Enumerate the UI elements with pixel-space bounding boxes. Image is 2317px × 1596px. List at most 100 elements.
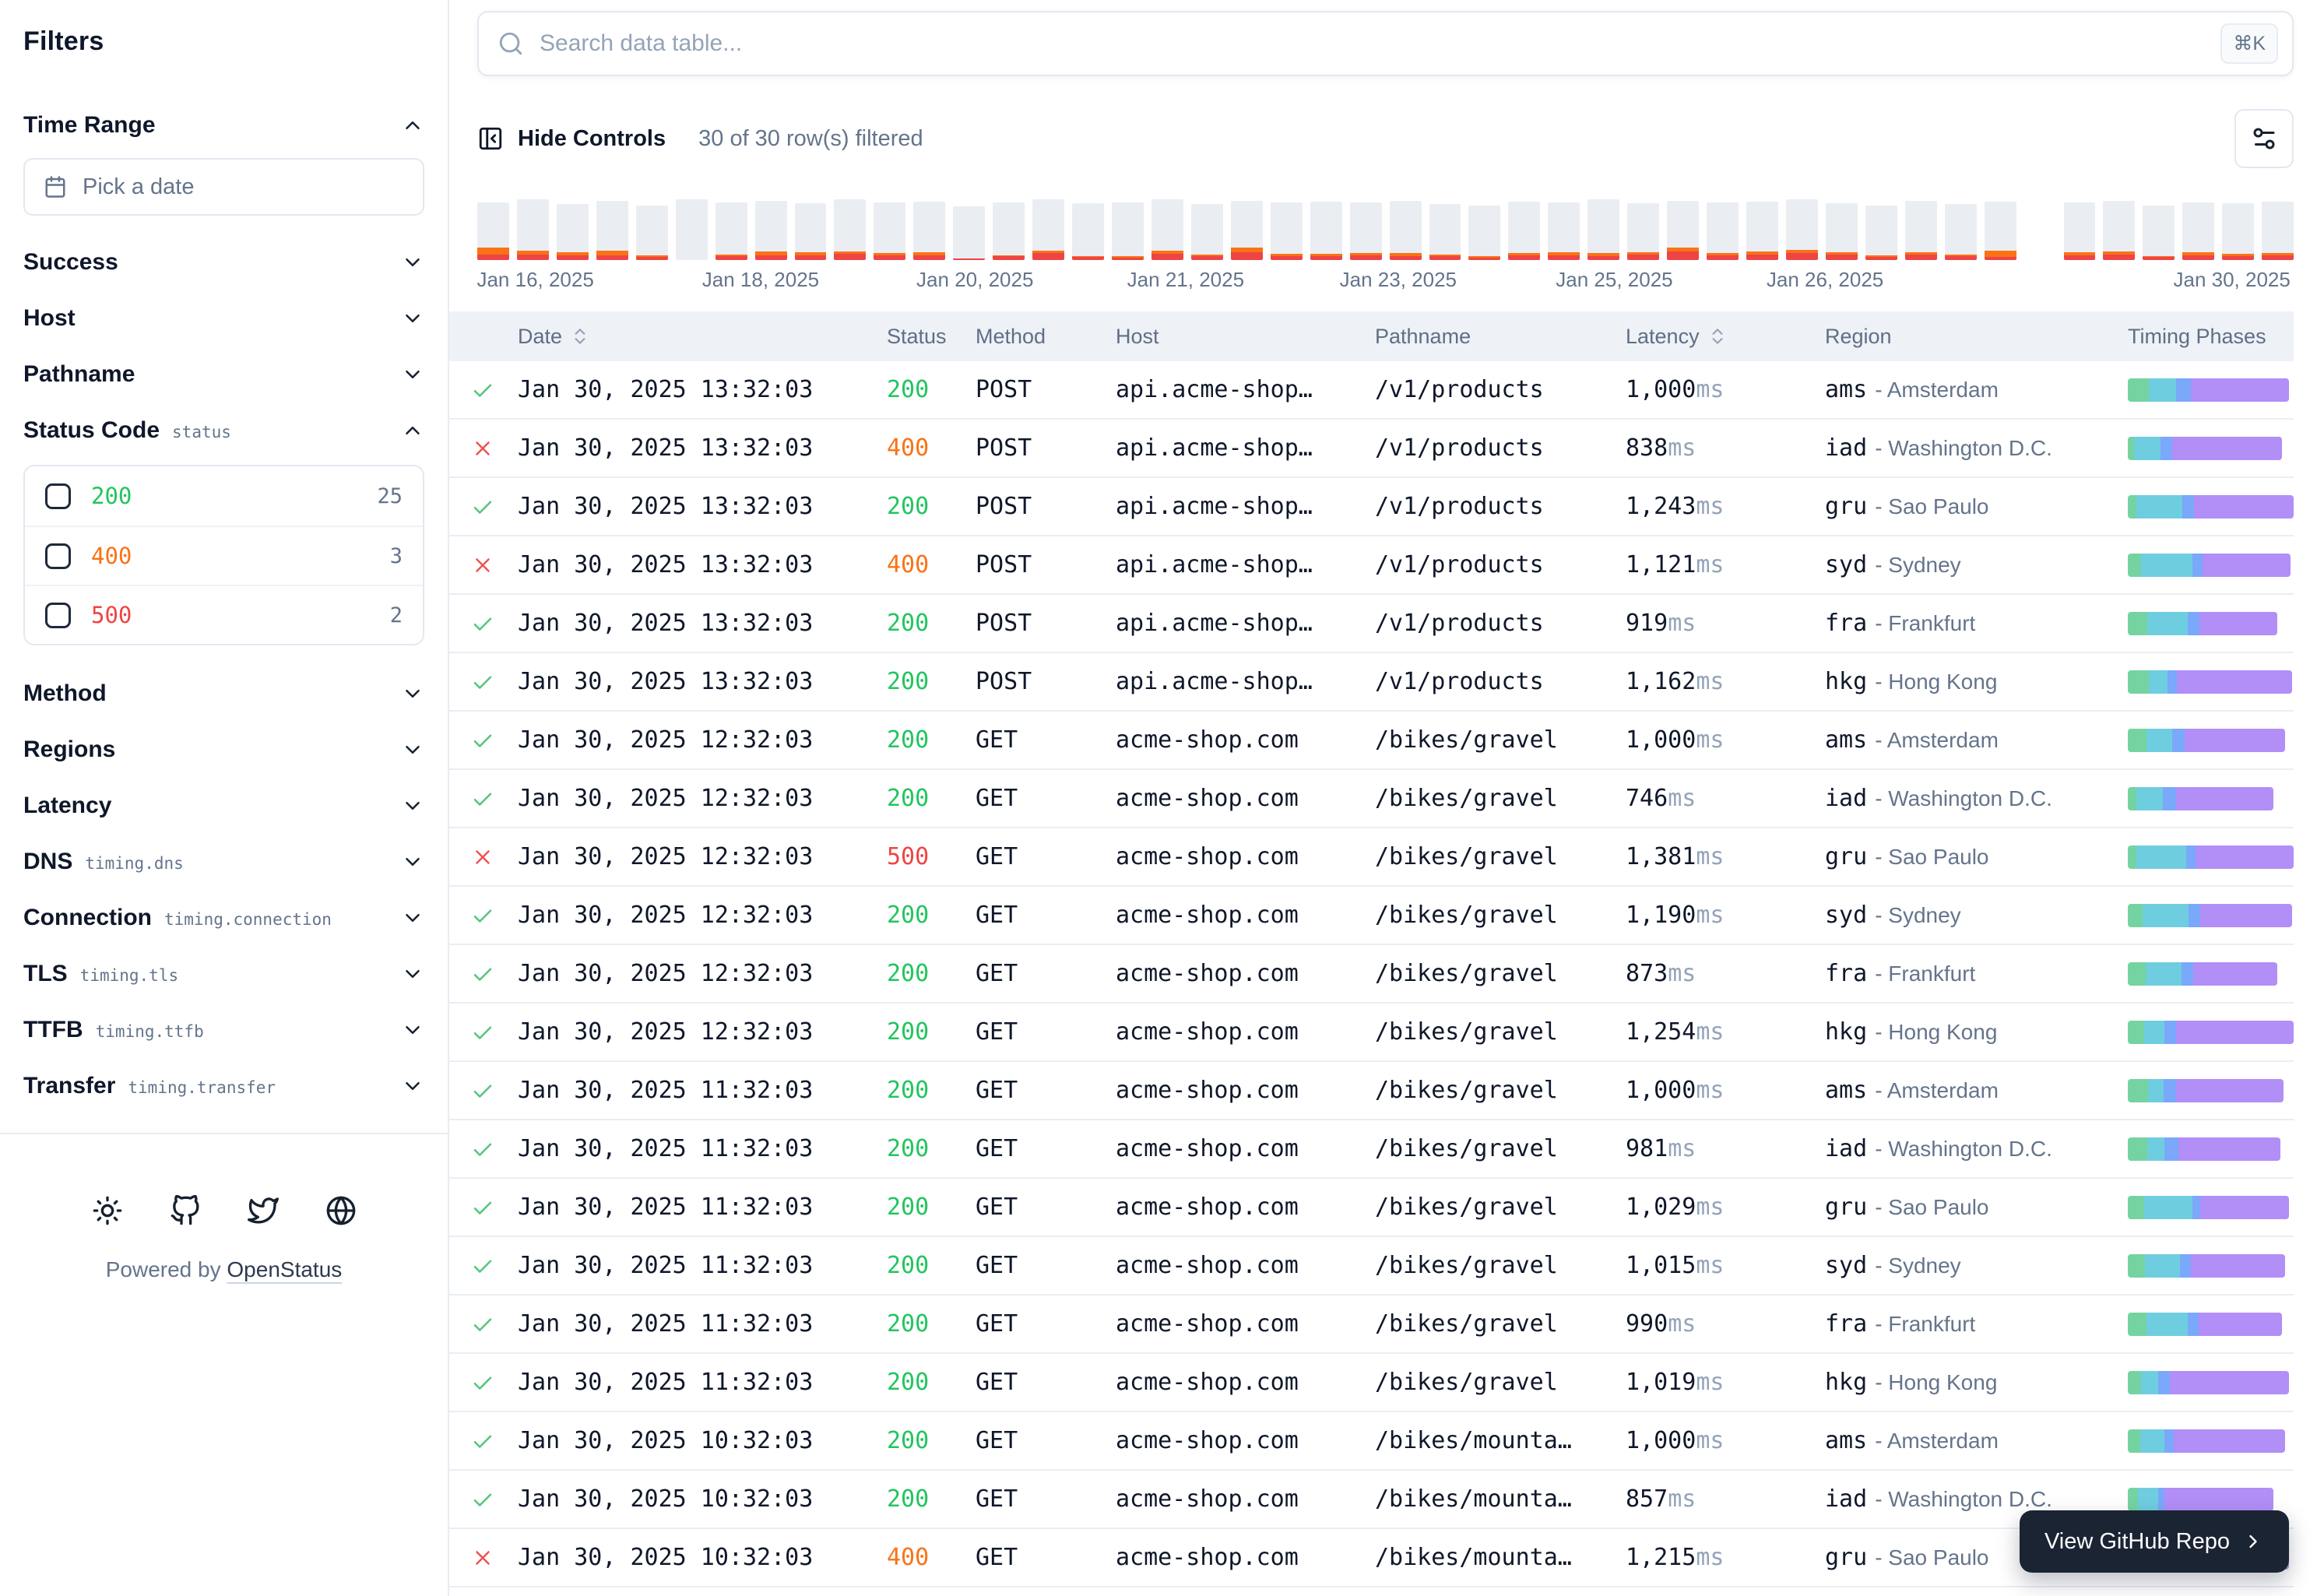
sidebar-section-time-range[interactable]: Time Range: [23, 97, 424, 153]
chart-bar[interactable]: [557, 199, 589, 260]
sidebar-section-tls[interactable]: TLStiming.tls: [23, 946, 424, 1002]
status-option-200[interactable]: 20025: [25, 466, 423, 526]
column-header-date[interactable]: Date: [518, 325, 887, 349]
chart-bar[interactable]: [1310, 199, 1342, 260]
table-row[interactable]: Jan 30, 2025 11:32:03200GETacme-shop.com…: [449, 1354, 2294, 1412]
chart-bar[interactable]: [913, 199, 945, 260]
table-row[interactable]: Jan 30, 2025 11:32:03200GETacme-shop.com…: [449, 1237, 2294, 1295]
chart-bar[interactable]: [1865, 199, 1897, 260]
sidebar-section-pathname[interactable]: Pathname: [23, 346, 424, 403]
chart-bar[interactable]: [1786, 199, 1818, 260]
table-row[interactable]: Jan 30, 2025 12:32:03200GETacme-shop.com…: [449, 887, 2294, 945]
chart-bar[interactable]: [1945, 199, 1977, 260]
table-row[interactable]: Jan 30, 2025 10:32:03200GETacme-shop.com…: [449, 1412, 2294, 1471]
chart-bar[interactable]: [1707, 199, 1739, 260]
chart-bar[interactable]: [2262, 199, 2294, 260]
chart-bar[interactable]: [2103, 199, 2135, 260]
table-row[interactable]: Jan 30, 2025 11:32:03200GETacme-shop.com…: [449, 1179, 2294, 1237]
chart-bar[interactable]: [676, 199, 708, 260]
sidebar-section-host[interactable]: Host: [23, 290, 424, 346]
chart-bar[interactable]: [2024, 199, 2056, 260]
chart-bar[interactable]: [1746, 199, 1778, 260]
globe-button[interactable]: [325, 1195, 357, 1226]
openstatus-link[interactable]: OpenStatus: [227, 1257, 342, 1281]
chart-bar[interactable]: [1350, 199, 1382, 260]
chart-bar[interactable]: [1468, 199, 1500, 260]
sidebar-section-transfer[interactable]: Transfertiming.transfer: [23, 1058, 424, 1114]
chart-bar[interactable]: [2222, 199, 2254, 260]
chart-bar[interactable]: [1985, 199, 2016, 260]
chart-bar[interactable]: [1627, 199, 1659, 260]
table-row[interactable]: Jan 30, 2025 11:32:03200GETacme-shop.com…: [449, 1295, 2294, 1354]
checkbox[interactable]: [45, 483, 71, 509]
table-row[interactable]: Jan 30, 2025 12:32:03500GETacme-shop.com…: [449, 828, 2294, 887]
table-row[interactable]: Jan 30, 2025 13:32:03400POSTapi.acme-sho…: [449, 536, 2294, 595]
chart-bar[interactable]: [1548, 199, 1580, 260]
chart-bar[interactable]: [2064, 199, 2096, 260]
chart-bar[interactable]: [1191, 199, 1223, 260]
chart-bar[interactable]: [1231, 199, 1263, 260]
sidebar-section-latency[interactable]: Latency: [23, 778, 424, 834]
sidebar-section-success[interactable]: Success: [23, 234, 424, 290]
chart-bar[interactable]: [517, 199, 549, 260]
chart-bar[interactable]: [1826, 199, 1858, 260]
table-row[interactable]: Jan 30, 2025 13:32:03400POSTapi.acme-sho…: [449, 420, 2294, 478]
table-row[interactable]: Jan 30, 2025 13:32:03200POSTapi.acme-sho…: [449, 653, 2294, 712]
sun-button[interactable]: [92, 1195, 123, 1226]
sidebar-section-method[interactable]: Method: [23, 666, 424, 722]
sidebar-section-connection[interactable]: Connectiontiming.connection: [23, 890, 424, 946]
chart-bar[interactable]: [1429, 199, 1461, 260]
sidebar-section-status-code[interactable]: Status Codestatus: [23, 403, 424, 459]
github-button[interactable]: [170, 1195, 201, 1226]
status-option-500[interactable]: 5002: [25, 585, 423, 644]
view-options-button[interactable]: [2234, 109, 2294, 168]
chart-bar[interactable]: [1508, 199, 1540, 260]
status-option-400[interactable]: 4003: [25, 526, 423, 585]
chart-bar[interactable]: [834, 199, 866, 260]
chart-bar[interactable]: [2182, 199, 2214, 260]
view-github-repo-button[interactable]: View GitHub Repo: [2020, 1510, 2289, 1573]
table-row[interactable]: Jan 30, 2025 12:32:03200GETacme-shop.com…: [449, 712, 2294, 770]
chart-bar[interactable]: [1271, 199, 1303, 260]
hide-controls-button[interactable]: Hide Controls: [477, 125, 666, 152]
chart-bar[interactable]: [1032, 199, 1064, 260]
column-header-latency[interactable]: Latency: [1626, 325, 1825, 349]
table-row[interactable]: Jan 30, 2025 13:32:03200POSTapi.acme-sho…: [449, 478, 2294, 536]
table-row[interactable]: Jan 30, 2025 10:32:03400GETacme-shop.com…: [449, 1529, 2294, 1587]
chart-bar[interactable]: [953, 199, 985, 260]
chart-bar[interactable]: [993, 199, 1025, 260]
chart-bar[interactable]: [1905, 199, 1937, 260]
table-row[interactable]: Jan 30, 2025 10:32:03200GETacme-shop.com…: [449, 1471, 2294, 1529]
chart-bar[interactable]: [755, 199, 787, 260]
chart-bar[interactable]: [1390, 199, 1422, 260]
table-row[interactable]: Jan 30, 2025 12:32:03200GETacme-shop.com…: [449, 1004, 2294, 1062]
timing-ttfb-segment: [2194, 495, 2294, 519]
chart-bar[interactable]: [1151, 199, 1183, 260]
chart-bar[interactable]: [715, 199, 747, 260]
chart-bar[interactable]: [1587, 199, 1619, 260]
chart-bar[interactable]: [596, 199, 628, 260]
checkbox[interactable]: [45, 543, 71, 569]
date-picker[interactable]: Pick a date: [23, 158, 424, 216]
table-row[interactable]: Jan 30, 2025 10:32:03200GETacme-shop.com…: [449, 1587, 2294, 1596]
table-row[interactable]: Jan 30, 2025 12:32:03200GETacme-shop.com…: [449, 770, 2294, 828]
chart-bar[interactable]: [795, 199, 827, 260]
sidebar-section-dns[interactable]: DNStiming.dns: [23, 834, 424, 890]
table-row[interactable]: Jan 30, 2025 12:32:03200GETacme-shop.com…: [449, 945, 2294, 1004]
table-row[interactable]: Jan 30, 2025 13:32:03200POSTapi.acme-sho…: [449, 361, 2294, 420]
chart-bar[interactable]: [1072, 199, 1104, 260]
chart-bar[interactable]: [1667, 199, 1699, 260]
chart-bar[interactable]: [874, 199, 905, 260]
checkbox[interactable]: [45, 603, 71, 628]
chart-bar[interactable]: [1112, 199, 1144, 260]
twitter-button[interactable]: [248, 1195, 279, 1226]
chart-bar[interactable]: [477, 199, 509, 260]
table-row[interactable]: Jan 30, 2025 13:32:03200POSTapi.acme-sho…: [449, 595, 2294, 653]
table-row[interactable]: Jan 30, 2025 11:32:03200GETacme-shop.com…: [449, 1062, 2294, 1120]
table-row[interactable]: Jan 30, 2025 11:32:03200GETacme-shop.com…: [449, 1120, 2294, 1179]
search-input[interactable]: [538, 30, 2206, 58]
sidebar-section-regions[interactable]: Regions: [23, 722, 424, 778]
chart-bar[interactable]: [2143, 199, 2175, 260]
chart-bar[interactable]: [636, 199, 668, 260]
sidebar-section-ttfb[interactable]: TTFBtiming.ttfb: [23, 1002, 424, 1058]
